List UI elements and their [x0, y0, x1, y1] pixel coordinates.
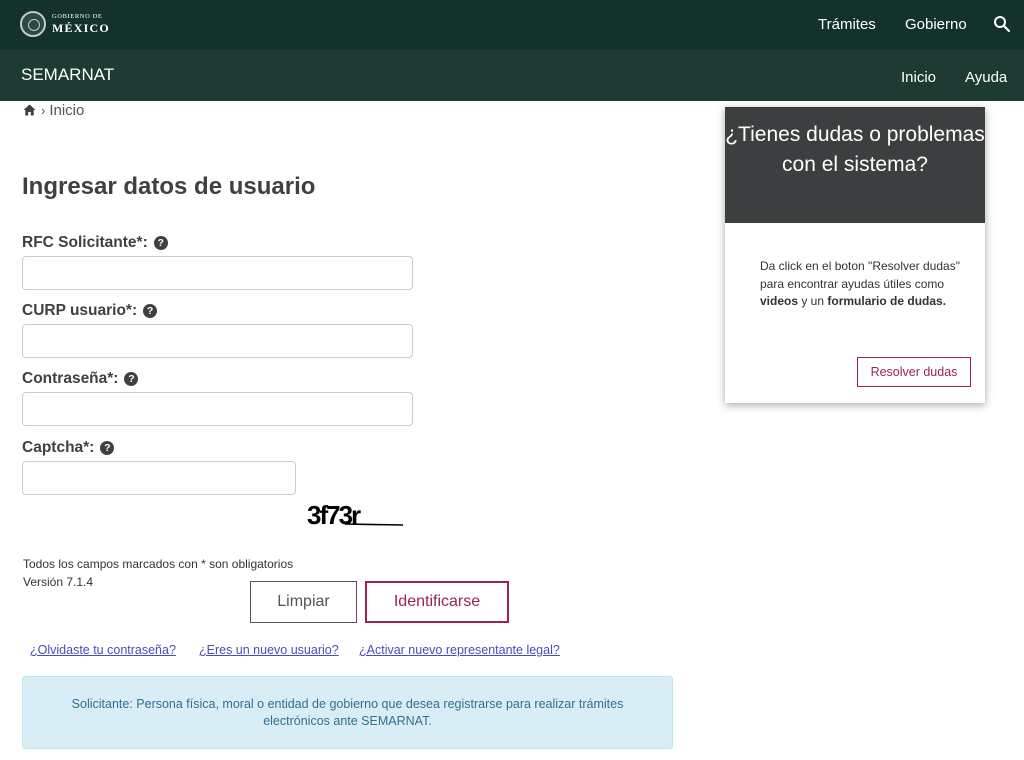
info-alert-text: Solicitante: Persona física, moral o ent… [71, 697, 624, 728]
activate-representative-link[interactable]: ¿Activar nuevo representante legal? [359, 643, 560, 657]
help-card-text: Da click en el boton "Resolver dudas" pa… [760, 259, 960, 308]
page-title: Ingresar datos de usuario [22, 173, 316, 200]
clear-button[interactable]: Limpiar [250, 581, 357, 623]
info-alert: Solicitante: Persona física, moral o ent… [22, 676, 673, 749]
search-icon[interactable] [993, 15, 1011, 33]
rfc-input[interactable] [22, 256, 413, 290]
breadcrumb-current[interactable]: Inicio [49, 102, 84, 119]
nav-link-gobierno[interactable]: Gobierno [905, 16, 967, 33]
forgot-password-link[interactable]: ¿Olvidaste tu contraseña? [30, 643, 176, 657]
version-label: Versión 7.1.4 [23, 575, 94, 589]
nav-link-tramites[interactable]: Trámites [818, 16, 876, 33]
coat-of-arms-icon [20, 11, 46, 37]
curp-input[interactable] [22, 324, 413, 358]
resolve-doubts-button[interactable]: Resolver dudas [857, 357, 971, 387]
required-note: Todos los campos marcados con * son obli… [23, 557, 294, 571]
curp-label: CURP usuario*: ? [22, 302, 158, 320]
site-header: SEMARNAT Inicio Ayuda [0, 50, 1024, 101]
password-input[interactable] [22, 392, 413, 426]
captcha-input[interactable] [22, 461, 296, 495]
password-label: Contraseña*: ? [22, 370, 139, 388]
captcha-label: Captcha*: ? [22, 439, 115, 457]
site-brand[interactable]: SEMARNAT [21, 65, 114, 85]
help-card-heading: ¿Tienes dudas o problemas con el sistema… [725, 107, 985, 223]
question-circle-icon[interactable]: ? [124, 372, 139, 386]
logo-line1: GOBIERNO DE [52, 12, 103, 20]
help-card: ¿Tienes dudas o problemas con el sistema… [725, 107, 985, 403]
question-circle-icon[interactable]: ? [143, 304, 158, 318]
captcha-image: 3f73r [307, 500, 404, 530]
rfc-label: RFC Solicitante*: ? [22, 234, 168, 252]
nav-link-ayuda[interactable]: Ayuda [965, 69, 1007, 86]
question-circle-icon[interactable]: ? [153, 236, 168, 250]
gov-header: GOBIERNO DE MÉXICO Trámites Gobierno [0, 0, 1024, 50]
gov-logo[interactable]: GOBIERNO DE MÉXICO [20, 10, 110, 38]
logo-line2: MÉXICO [52, 21, 110, 36]
breadcrumb: › Inicio [23, 101, 84, 119]
new-user-link[interactable]: ¿Eres un nuevo usuario? [199, 643, 339, 657]
captcha-text: 3f73r [307, 500, 361, 530]
home-icon[interactable] [23, 104, 36, 116]
nav-link-inicio[interactable]: Inicio [901, 69, 936, 86]
question-circle-icon[interactable]: ? [100, 441, 115, 455]
breadcrumb-separator: › [41, 102, 46, 118]
login-button[interactable]: Identificarse [365, 581, 509, 623]
